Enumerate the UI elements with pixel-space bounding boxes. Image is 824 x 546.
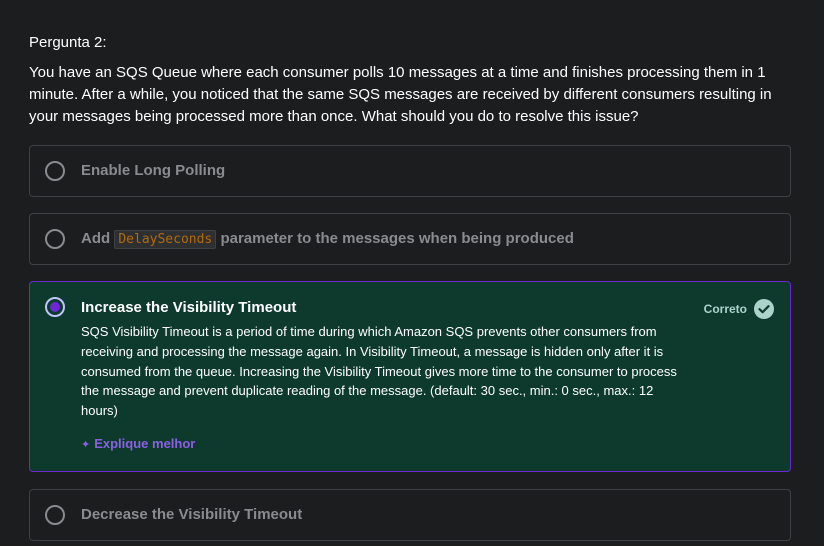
radio-button[interactable] (45, 505, 65, 525)
radio-dot (50, 302, 60, 312)
explain-better-label: Explique melhor (94, 436, 196, 451)
radio-button[interactable] (45, 161, 65, 181)
answer-option-label-prefix: Add (81, 230, 111, 247)
answer-option-label: Enable Long Polling (81, 162, 226, 179)
correct-status-text: Correto (703, 302, 747, 316)
sparkle-icon: ✦ (81, 439, 91, 451)
explain-better-link[interactable]: ✦ Explique melhor (81, 436, 195, 451)
question-text: You have an SQS Queue where each consume… (29, 64, 772, 125)
answer-explanation: SQS Visibility Timeout is a period of ti… (81, 324, 677, 419)
answer-option-2[interactable]: Add DelaySeconds parameter to the messag… (29, 213, 791, 265)
correct-badge: Correto (704, 299, 774, 319)
answer-option-4[interactable]: Decrease the Visibility Timeout (29, 489, 791, 541)
radio-button-selected[interactable] (45, 297, 65, 317)
answer-option-label: Decrease the Visibility Timeout (81, 506, 303, 523)
answer-option-label-suffix: parameter to the messages when being pro… (220, 230, 574, 247)
check-circle-icon (754, 299, 774, 319)
question-number: Pergunta 2: (29, 34, 107, 51)
answer-option-1[interactable]: Enable Long Polling (29, 145, 791, 197)
answer-option-3[interactable]: Increase the Visibility Timeout Correto … (29, 281, 791, 472)
answer-option-label: Increase the Visibility Timeout (81, 299, 297, 316)
radio-button[interactable] (45, 229, 65, 249)
quiz-page: Pergunta 2: You have an SQS Queue where … (0, 0, 824, 546)
answer-option-label: Add DelaySeconds parameter to the messag… (81, 230, 574, 249)
code-snippet: DelaySeconds (114, 230, 217, 249)
